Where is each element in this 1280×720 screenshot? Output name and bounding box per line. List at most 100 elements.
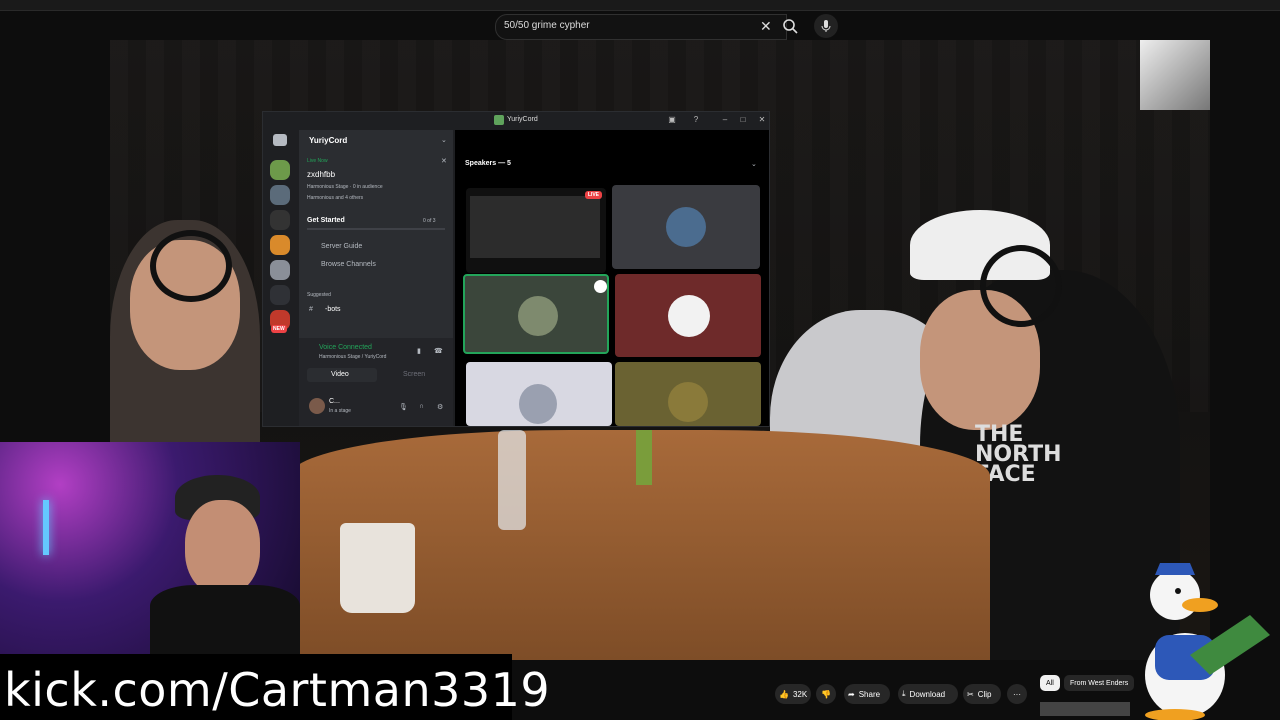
- maximize-button[interactable]: □: [737, 115, 749, 124]
- new-badge: NEW: [271, 325, 287, 333]
- screen-button[interactable]: Screen: [381, 368, 447, 382]
- speaker-tile-stream[interactable]: LIVE: [466, 188, 606, 273]
- chevron-down-icon[interactable]: ⌄: [441, 136, 447, 144]
- chevron-down-icon[interactable]: ⌄: [751, 160, 757, 168]
- channel-bots[interactable]: -bots: [325, 306, 341, 313]
- search-icon: [783, 19, 798, 34]
- close-icon[interactable]: ✕: [441, 157, 447, 165]
- speaker-tile-active[interactable]: [463, 274, 609, 354]
- speaker-avatar: [668, 295, 710, 337]
- user-status: In a stage: [329, 408, 351, 414]
- video-label: Video: [331, 371, 349, 378]
- minimize-button[interactable]: –: [719, 115, 731, 124]
- close-button[interactable]: ✕: [756, 115, 768, 124]
- download-label: Download: [909, 689, 946, 699]
- settings-gear-icon[interactable]: [594, 280, 607, 293]
- speakers-header: Speakers — 5: [465, 160, 511, 167]
- server-icon[interactable]: [270, 260, 290, 280]
- rgb-light: [43, 500, 49, 555]
- scissors-icon: ✂: [967, 689, 974, 699]
- share-button[interactable]: ➦ Share: [844, 684, 890, 704]
- search-input[interactable]: [504, 20, 744, 31]
- speaker-avatar: [666, 207, 706, 247]
- channel-server-guide[interactable]: Server Guide: [321, 243, 362, 250]
- get-started-progress: 0 of 3: [423, 218, 436, 224]
- headphones-right: [980, 245, 1062, 327]
- user-name: C...: [329, 398, 340, 405]
- help-icon[interactable]: ?: [690, 115, 702, 124]
- kick-url: kick.com/Cartman3319: [4, 663, 551, 717]
- green-can: [636, 430, 652, 485]
- white-mug: [340, 523, 415, 613]
- softbox-light: [1140, 40, 1210, 110]
- download-button[interactable]: ⤓ Download: [898, 684, 958, 704]
- speaker-tile[interactable]: [615, 362, 761, 426]
- discord-home-icon[interactable]: [273, 134, 287, 146]
- speaker-tile[interactable]: [615, 274, 761, 357]
- stage-audience: Harmonious Stage · 0 in audience: [307, 184, 383, 190]
- browser-top-strip: [0, 0, 1280, 11]
- like-button[interactable]: 👍 32K: [775, 684, 811, 704]
- chip-from-channel[interactable]: From West Enders: [1064, 675, 1135, 691]
- progress-track: [307, 228, 445, 230]
- inbox-icon[interactable]: ▣: [666, 115, 678, 124]
- clip-label: Clip: [977, 689, 992, 699]
- more-icon: ···: [1013, 689, 1021, 699]
- search-bar[interactable]: [495, 14, 787, 40]
- get-started-label[interactable]: Get Started: [307, 217, 345, 224]
- server-icon[interactable]: [270, 210, 290, 230]
- dislike-button[interactable]: 👎: [816, 684, 836, 704]
- live-badge: LIVE: [584, 191, 602, 199]
- server-name[interactable]: YuriyCord: [309, 136, 347, 145]
- server-icon[interactable]: [270, 160, 290, 180]
- live-now-label: Live Now: [307, 158, 328, 164]
- yuriycord-app-icon: [494, 115, 504, 125]
- clear-icon[interactable]: ✕: [760, 18, 772, 35]
- discord-window[interactable]: YuriyCord ▣ ? – □ ✕ NEW YuriyCord ⌄ Live…: [262, 111, 770, 427]
- stage-name[interactable]: zxdhfbb: [307, 170, 335, 179]
- water-bottle: [498, 430, 526, 530]
- stream-preview: [470, 196, 600, 258]
- streamer-face: [185, 500, 260, 595]
- voice-location[interactable]: Harmonious Stage / YuriyCord: [319, 354, 386, 360]
- video-button[interactable]: Video: [307, 368, 377, 382]
- server-icon[interactable]: [270, 235, 290, 255]
- disconnect-icon[interactable]: ☎: [434, 347, 443, 355]
- speaker-avatar: [519, 384, 557, 424]
- discord-titlebar: YuriyCord ▣ ? – □ ✕: [263, 112, 769, 130]
- share-label: Share: [858, 689, 881, 699]
- stage-view: Speakers — 5 ⌄ LIVE: [455, 130, 769, 426]
- cartoon-duck-overlay: [1145, 563, 1270, 720]
- signal-icon[interactable]: ▮: [417, 347, 421, 355]
- more-actions-button[interactable]: ···: [1007, 684, 1027, 704]
- voice-search-button[interactable]: [814, 14, 838, 38]
- clip-button[interactable]: ✂ Clip: [963, 684, 1001, 704]
- server-icon[interactable]: [270, 285, 290, 305]
- screen-label: Screen: [403, 371, 426, 378]
- suggested-label: Suggested: [307, 292, 331, 298]
- voice-connected-label[interactable]: Voice Connected: [319, 344, 372, 351]
- headphones-left: [150, 230, 232, 302]
- user-avatar[interactable]: [309, 398, 325, 414]
- search-button[interactable]: [778, 14, 802, 38]
- server-list: NEW: [263, 130, 299, 426]
- recommendation-thumbnail[interactable]: [1040, 702, 1130, 716]
- channel-browse-channels[interactable]: Browse Channels: [321, 261, 376, 268]
- mic-icon[interactable]: 🎙: [399, 403, 408, 411]
- headset-icon[interactable]: ∩: [419, 403, 424, 410]
- settings-gear-icon[interactable]: ⚙: [437, 403, 443, 411]
- speaker-tile[interactable]: [612, 185, 760, 269]
- microphone-icon: [821, 20, 831, 32]
- speaker-tile[interactable]: [466, 362, 612, 426]
- download-icon: ⤓: [902, 689, 906, 698]
- channel-sidebar: YuriyCord ⌄ Live Now ✕ zxdhfbb Harmoniou…: [299, 130, 453, 426]
- server-icon[interactable]: [270, 185, 290, 205]
- thumbs-down-icon: 👎: [821, 689, 831, 699]
- window-title: YuriyCord: [507, 116, 538, 123]
- thumbs-up-icon: 👍: [779, 689, 789, 699]
- like-count: 32K: [792, 689, 808, 699]
- chip-all[interactable]: All: [1040, 675, 1060, 691]
- hash-icon: #: [309, 306, 313, 313]
- speaker-avatar: [668, 382, 708, 422]
- streamer-shirt: [150, 585, 300, 655]
